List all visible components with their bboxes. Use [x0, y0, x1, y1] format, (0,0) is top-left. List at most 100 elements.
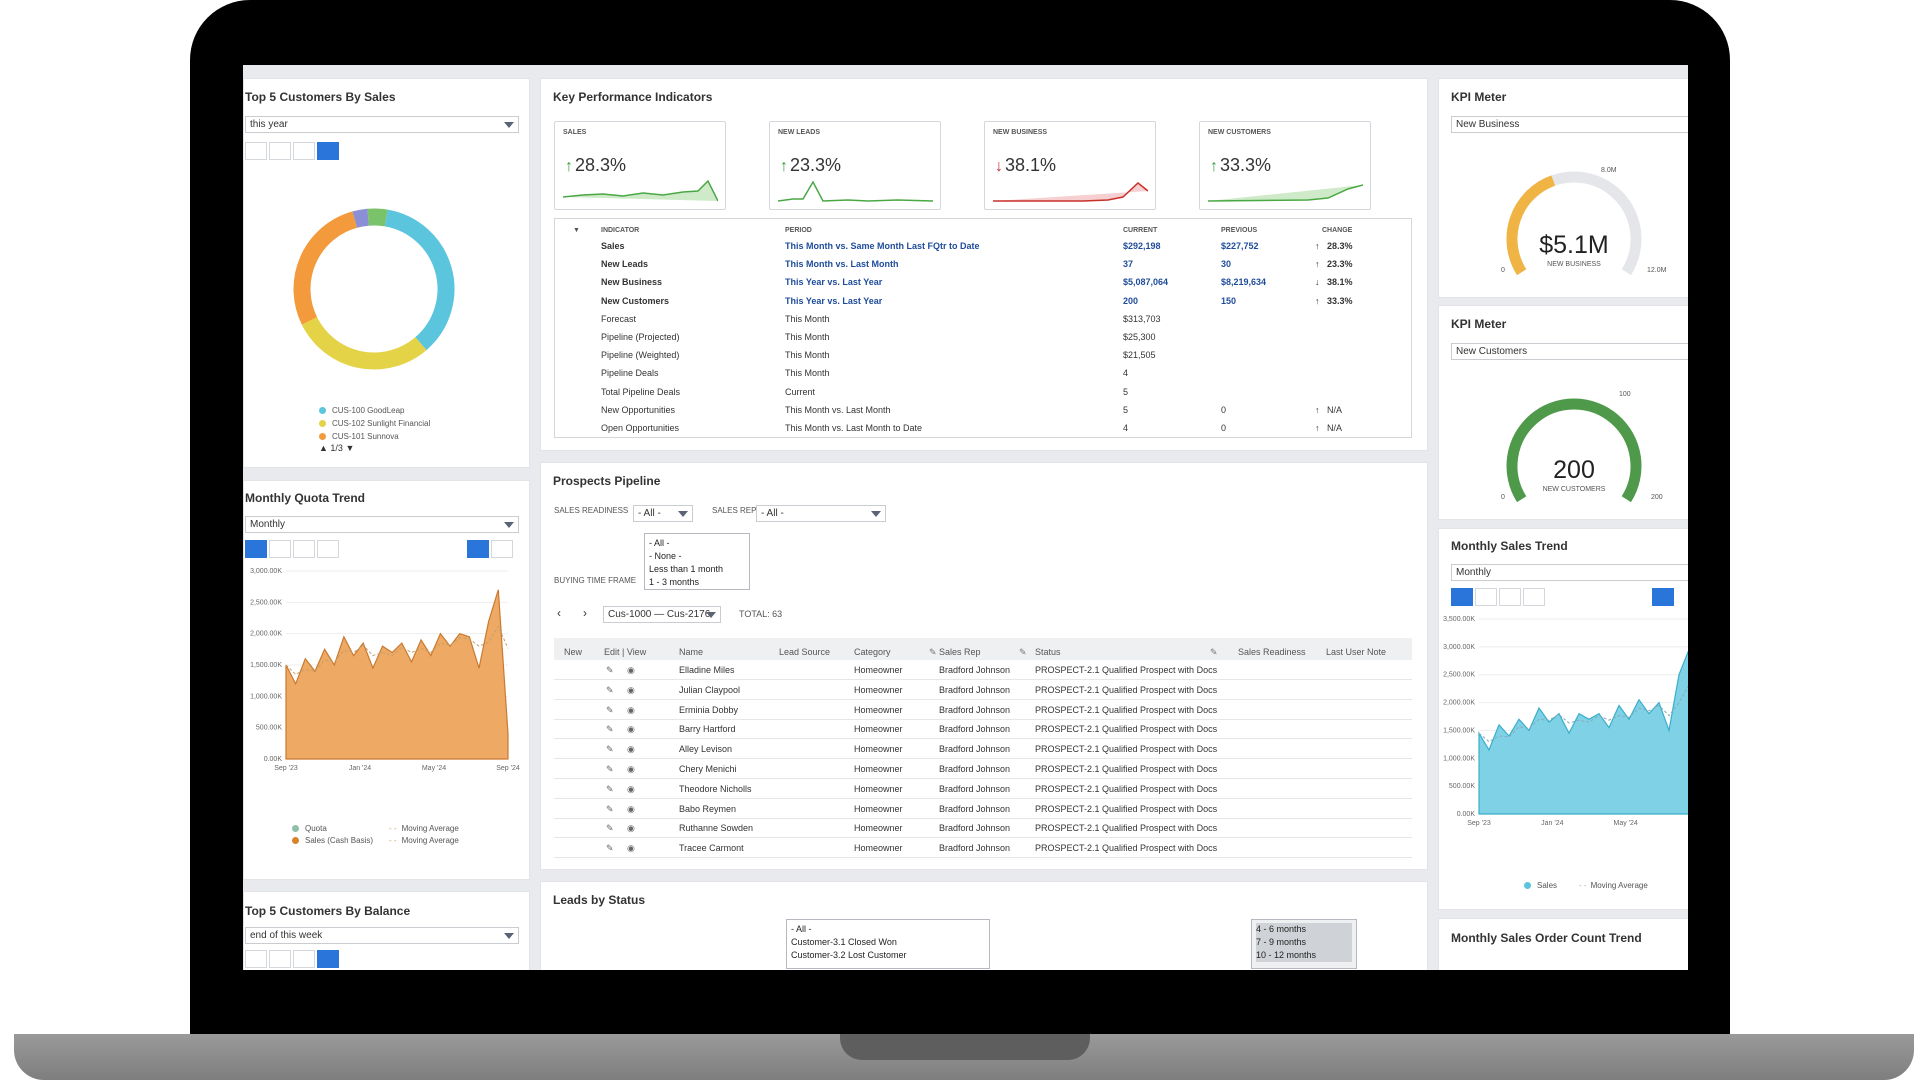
donut-slice[interactable]	[384, 209, 455, 351]
donut-chart-icon[interactable]	[317, 950, 339, 968]
edit-icon[interactable]: ✎	[606, 744, 614, 755]
table-row[interactable]: ✎ ◉ Babo Reymen Homeowner Bradford Johnson PR…	[554, 799, 1412, 819]
column-header[interactable]: Sales Rep	[939, 647, 981, 657]
donut-slice[interactable]	[293, 211, 358, 325]
wave-filled-icon[interactable]	[1652, 588, 1674, 606]
listbox-option[interactable]: 10 - 12 months	[1256, 949, 1352, 962]
edit-icon[interactable]: ✎	[606, 823, 614, 834]
kpi-card-new-customers[interactable]: NEW CUSTOMERS ↑ 33.3%	[1199, 121, 1371, 210]
buying-time-listbox[interactable]: - All - - None - Less than 1 month 1 - 3…	[644, 533, 750, 590]
view-icon[interactable]: ◉	[627, 784, 635, 795]
period-select[interactable]: Monthly	[245, 516, 519, 533]
edit-icon[interactable]: ✎	[606, 843, 614, 854]
next-page-icon[interactable]: ›	[583, 606, 587, 620]
bar-chart-icon[interactable]	[293, 142, 315, 160]
bar-horizontal-icon[interactable]	[269, 950, 291, 968]
listbox-option[interactable]: 7 - 9 months	[1256, 936, 1352, 949]
table-row[interactable]: ✎ ◉ Barry Hartford Homeowner Bradford Johnso…	[554, 719, 1412, 740]
pencil-icon[interactable]: ✎	[1019, 647, 1027, 658]
donut-slice[interactable]	[367, 208, 388, 227]
table-row[interactable]: ✎ ◉ Julian Claypool Homeowner Bradford Johns…	[554, 680, 1412, 700]
bar-chart-icon[interactable]	[1523, 588, 1545, 606]
listbox-option[interactable]: Customer-3.1 Closed Won	[791, 936, 985, 949]
listbox-option[interactable]: - All -	[791, 923, 985, 936]
view-icon[interactable]: ◉	[627, 724, 635, 735]
view-icon[interactable]: ◉	[627, 665, 635, 676]
area-chart-icon[interactable]	[245, 142, 267, 160]
bar-horizontal-icon[interactable]	[269, 142, 291, 160]
kpi-meter-select[interactable]: New Business	[1451, 116, 1688, 133]
bar-chart-icon[interactable]	[317, 540, 339, 558]
listbox-option[interactable]: Less than 1 month	[649, 563, 745, 576]
edit-icon[interactable]: ✎	[606, 685, 614, 696]
period-select[interactable]: this year	[245, 116, 519, 133]
kpi-card-new-business[interactable]: NEW BUSINESS ↓ 38.1%	[984, 121, 1156, 210]
view-icon[interactable]: ◉	[627, 764, 635, 775]
edit-icon[interactable]: ✎	[606, 764, 614, 775]
bar-chart-icon[interactable]	[293, 950, 315, 968]
cell-name: Tracee Carmont	[679, 843, 744, 854]
column-header[interactable]: Sales Readiness	[1238, 647, 1306, 657]
donut-slice[interactable]	[352, 208, 370, 228]
view-icon[interactable]: ◉	[627, 705, 635, 716]
period-select[interactable]: end of this week	[245, 927, 519, 944]
view-icon[interactable]: ◉	[627, 744, 635, 755]
kpi-card-new-leads[interactable]: NEW LEADS ↑ 23.3%	[769, 121, 941, 210]
bar-horizontal-icon[interactable]	[1499, 588, 1521, 606]
table-row[interactable]: ✎ ◉ Theodore Nicholls Homeowner Bradford Joh…	[554, 779, 1412, 799]
legend-pager[interactable]: ▲ 1/3 ▼	[319, 443, 354, 453]
kpi-meter-select[interactable]: New Customers	[1451, 343, 1688, 360]
prev-page-icon[interactable]: ‹	[557, 606, 561, 620]
wave-outline-icon[interactable]	[491, 540, 513, 558]
edit-icon[interactable]: ✎	[606, 804, 614, 815]
view-icon[interactable]: ◉	[627, 843, 635, 854]
kpi-cell-period[interactable]: This Year vs. Last Year	[785, 277, 882, 287]
bar-horizontal-icon[interactable]	[293, 540, 315, 558]
edit-icon[interactable]: ✎	[606, 724, 614, 735]
column-header[interactable]: Last User Note	[1326, 647, 1386, 657]
line-chart-icon[interactable]	[269, 540, 291, 558]
column-header[interactable]: Status	[1035, 647, 1061, 657]
kpi-cell-period[interactable]: This Month vs. Last Month	[785, 259, 899, 269]
view-icon[interactable]: ◉	[627, 804, 635, 815]
edit-icon[interactable]: ✎	[606, 665, 614, 676]
pencil-icon[interactable]: ✎	[1210, 647, 1218, 658]
kpi-cell-period[interactable]: This Month vs. Same Month Last FQtr to D…	[785, 241, 980, 251]
area-chart-icon[interactable]	[245, 540, 267, 558]
period-select[interactable]: Monthly	[1451, 564, 1688, 581]
listbox-option[interactable]: 1 - 3 months	[649, 576, 745, 589]
table-row[interactable]: ✎ ◉ Ruthanne Sowden Homeowner Bradford Johns…	[554, 818, 1412, 839]
kpi-card-sales[interactable]: SALES ↑ 28.3%	[554, 121, 726, 210]
column-header[interactable]: Lead Source	[779, 647, 830, 657]
table-row[interactable]: ✎ ◉ Alley Levison Homeowner Bradford Johnson…	[554, 739, 1412, 760]
table-row[interactable]: ✎ ◉ Chery Menichi Homeowner Bradford Johnson…	[554, 759, 1412, 779]
edit-icon[interactable]: ✎	[606, 705, 614, 716]
listbox-option[interactable]: 4 - 6 months	[1256, 923, 1352, 936]
page-range-select[interactable]: Cus-1000 — Cus-2176	[603, 606, 721, 623]
donut-slice[interactable]	[301, 316, 427, 370]
sales-rep-select[interactable]: - All -	[756, 505, 886, 522]
sales-readiness-select[interactable]: - All -	[633, 505, 693, 522]
listbox-option[interactable]: - All -	[649, 537, 745, 550]
area-chart-icon[interactable]	[1451, 588, 1473, 606]
kpi-cell-period[interactable]: This Year vs. Last Year	[785, 296, 882, 306]
time-frame-listbox[interactable]: 4 - 6 months 7 - 9 months 10 - 12 months	[1251, 919, 1357, 969]
pencil-icon[interactable]: ✎	[929, 647, 937, 658]
line-chart-icon[interactable]	[1475, 588, 1497, 606]
collapse-icon[interactable]: ▼	[573, 227, 580, 234]
table-row[interactable]: ✎ ◉ Elladine Miles Homeowner Bradford Johnso…	[554, 660, 1412, 680]
column-header[interactable]: Name	[679, 647, 703, 657]
edit-icon[interactable]: ✎	[606, 784, 614, 795]
listbox-option[interactable]: Customer-3.2 Lost Customer	[791, 949, 985, 962]
view-icon[interactable]: ◉	[627, 823, 635, 834]
wave-filled-icon[interactable]	[467, 540, 489, 558]
status-listbox[interactable]: - All - Customer-3.1 Closed Won Customer…	[786, 919, 990, 969]
listbox-option[interactable]: - None -	[649, 550, 745, 563]
table-row[interactable]: ✎ ◉ Tracee Carmont Homeowner Bradford Johnso…	[554, 838, 1412, 859]
area-chart-icon[interactable]	[245, 950, 267, 968]
donut-chart-icon[interactable]	[317, 142, 339, 160]
table-row[interactable]: ✎ ◉ Erminia Dobby Homeowner Bradford Johnson…	[554, 700, 1412, 720]
view-icon[interactable]: ◉	[627, 685, 635, 696]
column-header[interactable]: New	[564, 647, 582, 657]
column-header[interactable]: Category	[854, 647, 891, 657]
